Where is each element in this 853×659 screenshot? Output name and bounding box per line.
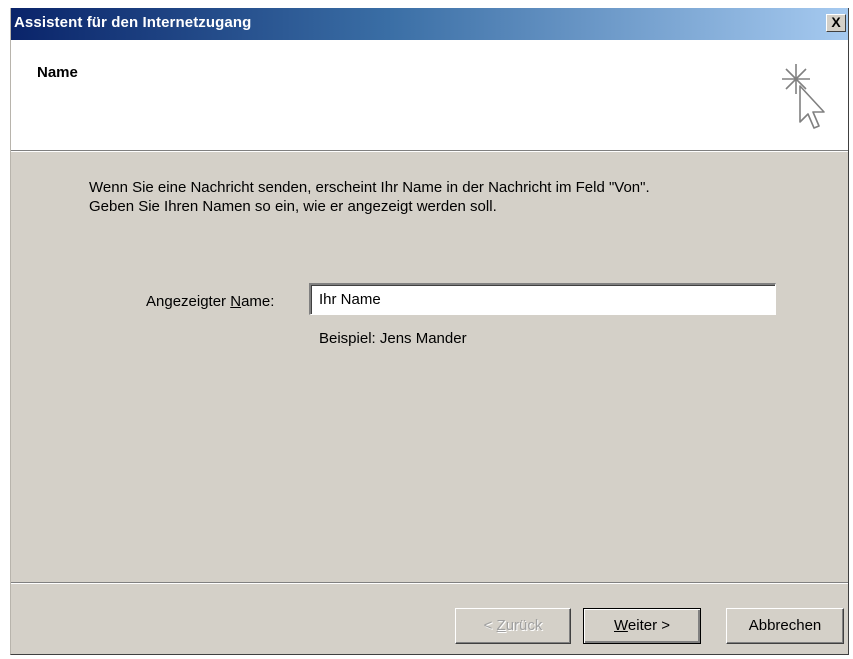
wizard-cursor-sparkle-icon xyxy=(782,64,825,129)
footer-separator xyxy=(11,582,848,584)
display-name-input[interactable] xyxy=(309,283,776,315)
description-line-2: Geben Sie Ihren Namen so ein, wie er ang… xyxy=(89,198,497,215)
cancel-button[interactable]: Abbrechen xyxy=(726,608,844,644)
title-bar[interactable]: Assistent für den Internetzugang X xyxy=(11,8,848,40)
description-text: Wenn Sie eine Nachricht senden, erschein… xyxy=(89,178,650,216)
close-button[interactable]: X xyxy=(826,14,846,32)
close-icon: X xyxy=(831,14,841,30)
wizard-header: Name xyxy=(11,40,848,151)
description-line-1: Wenn Sie eine Nachricht senden, erschein… xyxy=(89,179,650,196)
example-text: Beispiel: Jens Mander xyxy=(319,330,467,347)
window-title: Assistent für den Internetzugang xyxy=(14,14,252,31)
page-title: Name xyxy=(37,64,78,81)
next-button[interactable]: Weiter > xyxy=(583,608,701,644)
back-button[interactable]: < Zurück xyxy=(455,608,571,644)
wizard-dialog: Assistent für den Internetzugang X Name … xyxy=(10,8,849,655)
display-name-label: Angezeigter Name: xyxy=(146,293,275,310)
